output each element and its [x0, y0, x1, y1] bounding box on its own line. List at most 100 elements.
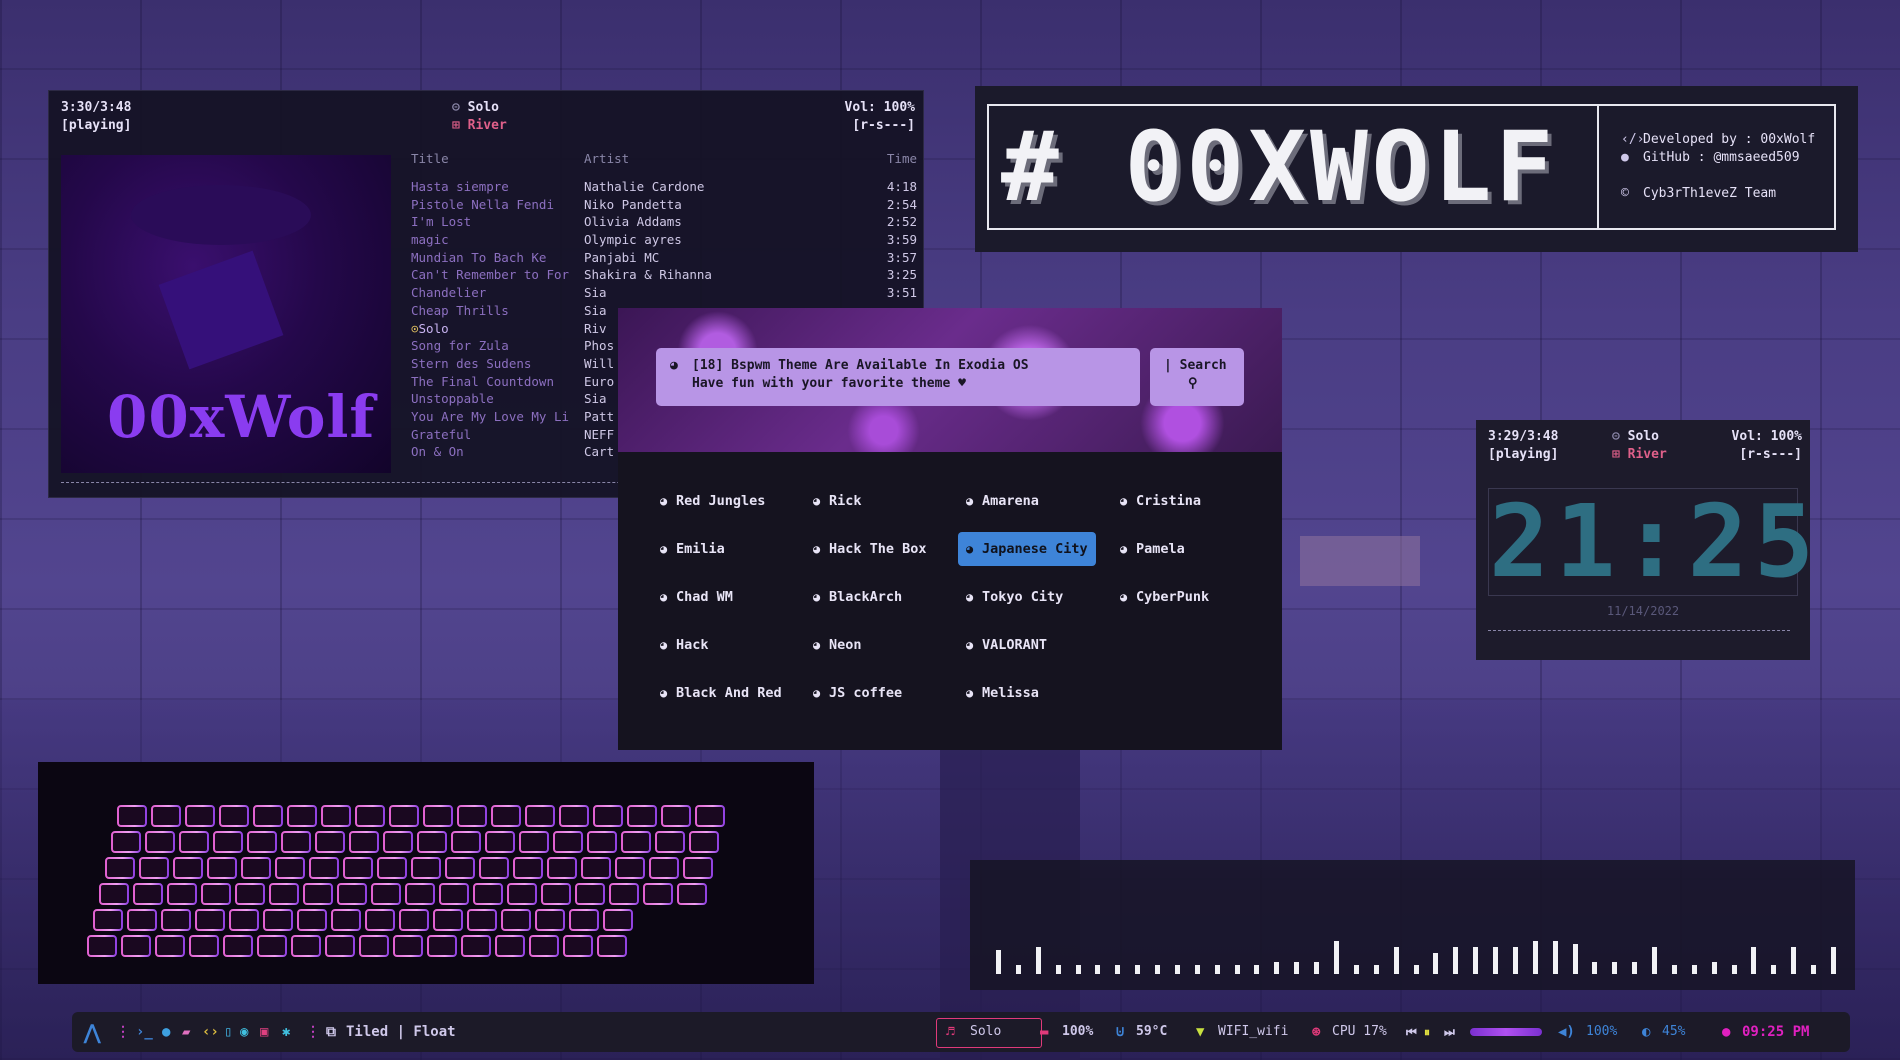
- theme-item[interactable]: ◕ Emilia: [652, 532, 733, 566]
- visualizer-bar: [1155, 965, 1161, 974]
- brightness-text: 45%: [1662, 1024, 1686, 1039]
- layout-mode[interactable]: Tiled | Float: [346, 1012, 456, 1052]
- playback-time: 3:29/3:48: [1488, 429, 1559, 444]
- launcher-icon[interactable]: ⋀: [84, 1012, 100, 1052]
- theme-item[interactable]: ◕ BlackArch: [805, 580, 910, 614]
- phone-icon[interactable]: ▯: [224, 1012, 232, 1052]
- volume-readout: Vol: 100%: [1731, 429, 1802, 444]
- track-title: You Are My Love My Li: [411, 408, 570, 424]
- track-icon: ⊝: [452, 100, 468, 115]
- key-shape: [495, 935, 525, 957]
- key-shape: [139, 857, 169, 879]
- theme-item[interactable]: ◕ CyberPunk: [1112, 580, 1217, 614]
- playback-state: [playing]: [1488, 447, 1559, 462]
- separator-dots-icon: ⋮: [306, 1024, 320, 1040]
- key-shape: [615, 857, 645, 879]
- taskbar: ⋀ ⋮ ›_ ● ▰ ‹› ▯ ◉ ▣ ✱ ⋮ ⧉ Tiled | Float …: [72, 1012, 1850, 1052]
- theme-item[interactable]: ◕ Amarena: [958, 484, 1047, 518]
- key-shape: [677, 883, 707, 905]
- visualizer-bar: [1095, 965, 1101, 974]
- key-shape: [337, 883, 367, 905]
- theme-label: JS coffee: [829, 685, 903, 701]
- theme-item[interactable]: ◕ Black And Red: [652, 676, 790, 710]
- key-shape: [377, 857, 407, 879]
- playlist-row[interactable]: Chandelier Sia 3:51: [411, 285, 917, 303]
- theme-label: Neon: [829, 637, 862, 653]
- current-artist: River: [467, 118, 507, 133]
- keyboard-illustration: [87, 805, 725, 957]
- volume-icon[interactable]: ◀): [1558, 1012, 1575, 1052]
- playlist-row[interactable]: Pistole Nella Fendi Niko Pandetta 2:54: [411, 197, 917, 215]
- key-shape: [467, 909, 497, 931]
- visualizer-bar: [1691, 965, 1697, 974]
- key-shape: [519, 831, 549, 853]
- theme-item[interactable]: ◕ Japanese City: [958, 532, 1096, 566]
- pause-icon[interactable]: ⏸: [1424, 1012, 1430, 1052]
- volume-readout: Vol: 100%: [844, 100, 915, 115]
- prev-track-icon[interactable]: ⏮: [1406, 1012, 1417, 1052]
- track-title: On & On: [411, 444, 464, 460]
- theme-item[interactable]: ◕ VALORANT: [958, 628, 1055, 662]
- theme-item[interactable]: ◕ Cristina: [1112, 484, 1209, 518]
- track-duration: 3:51: [886, 285, 917, 301]
- firefox-icon[interactable]: ●: [162, 1012, 170, 1052]
- taskbar-clock: 09:25 PM: [1742, 1024, 1810, 1040]
- chat-icon[interactable]: ◉: [240, 1012, 248, 1052]
- github-icon: ●: [1621, 150, 1629, 165]
- track-title: Grateful: [411, 426, 472, 442]
- youtube-icon[interactable]: ▣: [260, 1012, 268, 1052]
- track-title: Pistole Nella Fendi: [411, 196, 554, 212]
- col-artist: Artist: [584, 151, 630, 166]
- theme-item[interactable]: ◕ Hack: [652, 628, 717, 662]
- theme-item[interactable]: ◕ Neon: [805, 628, 870, 662]
- key-shape: [185, 805, 215, 827]
- key-shape: [689, 831, 719, 853]
- theme-label: Hack The Box: [829, 541, 927, 557]
- theme-item[interactable]: ◕ JS coffee: [805, 676, 910, 710]
- theme-item[interactable]: ◕ Chad WM: [652, 580, 741, 614]
- key-shape: [473, 883, 503, 905]
- key-shape: [179, 831, 209, 853]
- playlist-row[interactable]: I'm Lost Olivia Addams 2:52: [411, 214, 917, 232]
- palette-icon: ◕: [1120, 542, 1128, 556]
- playlist-row[interactable]: Hasta siempre Nathalie Cardone 4:18: [411, 179, 917, 197]
- key-shape: [485, 831, 515, 853]
- keyboard-image: [38, 762, 814, 984]
- theme-item[interactable]: ◕ Tokyo City: [958, 580, 1071, 614]
- theme-label: Japanese City: [982, 541, 1088, 557]
- key-shape: [553, 831, 583, 853]
- key-shape: [223, 935, 253, 957]
- settings-icon[interactable]: ✱: [282, 1012, 290, 1052]
- key-shape: [263, 909, 293, 931]
- playlist-row[interactable]: magic Olympic ayres 3:59: [411, 232, 917, 250]
- key-shape: [117, 805, 147, 827]
- theme-item[interactable]: ◕ Red Jungles: [652, 484, 773, 518]
- search-button[interactable]: | Search ⚲: [1150, 348, 1244, 406]
- theme-label: Cristina: [1136, 493, 1202, 509]
- palette-icon: ◕: [813, 638, 821, 652]
- playlist-row[interactable]: Mundian To Bach Ke Panjabi MC 3:57: [411, 250, 917, 268]
- volume-text: 100%: [1586, 1024, 1618, 1039]
- theme-label: BlackArch: [829, 589, 903, 605]
- next-track-icon[interactable]: ⏭: [1444, 1012, 1455, 1052]
- visualizer-bar: [1831, 947, 1836, 974]
- terminal-icon[interactable]: ›_: [136, 1012, 153, 1052]
- track-duration: 2:54: [886, 196, 917, 212]
- key-shape: [155, 935, 185, 957]
- key-shape: [121, 935, 151, 957]
- menu-dots-icon[interactable]: ⋮: [116, 1012, 130, 1052]
- clock-player-panel: 3:29/3:48 [playing] ⊝ Solo ⊞ River Vol: …: [1476, 420, 1814, 660]
- theme-item[interactable]: ◕ Pamela: [1112, 532, 1193, 566]
- theme-item[interactable]: ◕ Hack The Box: [805, 532, 935, 566]
- github-text: GitHub : @mmsaeed509: [1643, 150, 1800, 165]
- visualizer-bar: [1711, 962, 1717, 974]
- code-editor-icon[interactable]: ‹›: [202, 1012, 219, 1052]
- theme-item[interactable]: ◕ Melissa: [958, 676, 1047, 710]
- theme-item[interactable]: ◕ Rick: [805, 484, 870, 518]
- key-shape: [445, 857, 475, 879]
- track-duration: 3:59: [886, 232, 917, 248]
- playlist-row[interactable]: Can't Remember to For Shakira & Rihanna 3:…: [411, 267, 917, 285]
- palette-icon: ◕: [813, 686, 821, 700]
- folder-icon[interactable]: ▰: [182, 1012, 190, 1052]
- key-shape: [167, 883, 197, 905]
